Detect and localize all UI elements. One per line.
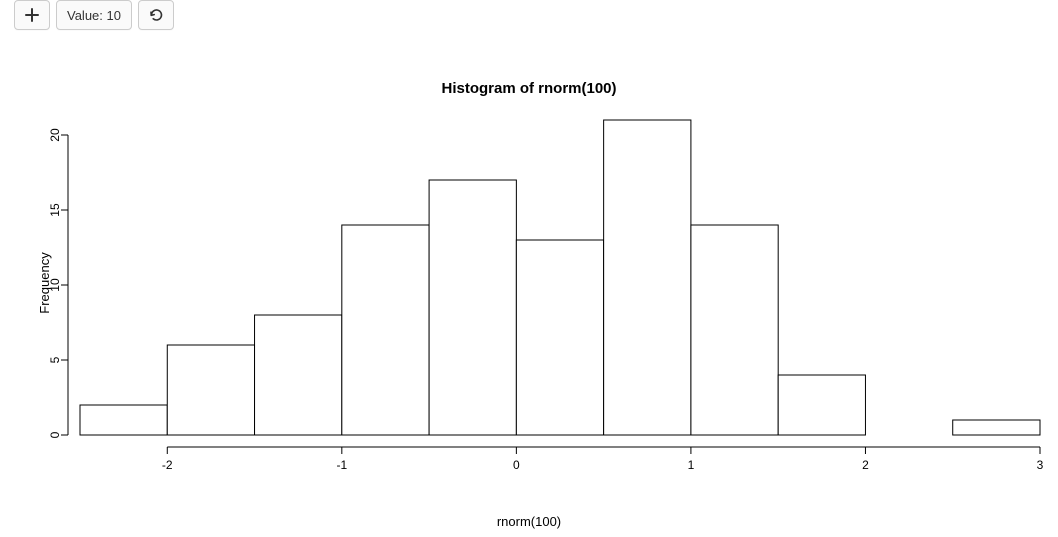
undo-icon <box>148 7 164 23</box>
value-button[interactable]: Value: 10 <box>56 0 132 30</box>
y-tick-label: 5 <box>48 356 62 363</box>
x-tick-label: 0 <box>513 458 520 472</box>
x-tick-label: 2 <box>862 458 869 472</box>
histogram-bar <box>80 405 167 435</box>
y-tick-label: 20 <box>48 128 62 142</box>
y-tick-label: 15 <box>48 203 62 217</box>
histogram-bar <box>778 375 865 435</box>
histogram-bar <box>429 180 516 435</box>
histogram-bar <box>342 225 429 435</box>
histogram-bar <box>255 315 342 435</box>
y-tick-label: 10 <box>48 278 62 292</box>
plot-panel: Histogram of rnorm(100) Frequency rnorm(… <box>0 30 1058 535</box>
x-tick-label: -1 <box>336 458 347 472</box>
histogram-plot: -2 -1 0 1 2 3 0 5 10 15 20 <box>0 30 1058 535</box>
reset-button[interactable] <box>138 0 174 30</box>
toolbar: Value: 10 <box>0 0 1058 30</box>
histogram-bar <box>604 120 691 435</box>
histogram-bar <box>691 225 778 435</box>
x-tick-label: -2 <box>162 458 173 472</box>
x-tick-label: 1 <box>688 458 695 472</box>
x-tick-label: 3 <box>1037 458 1044 472</box>
histogram-bar <box>953 420 1040 435</box>
histogram-bar <box>516 240 603 435</box>
add-button[interactable] <box>14 0 50 30</box>
plus-icon <box>25 8 39 22</box>
y-tick-label: 0 <box>48 431 62 438</box>
value-label: Value: 10 <box>67 8 121 23</box>
histogram-bar <box>167 345 254 435</box>
